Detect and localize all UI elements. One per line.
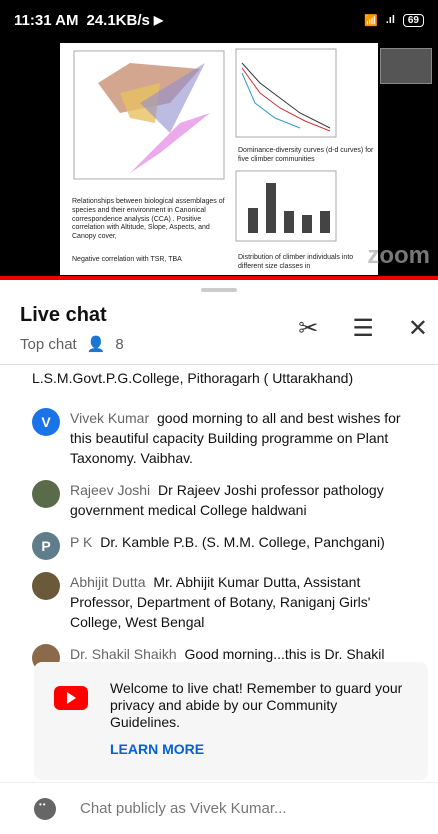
dd-curve-1 [241, 62, 331, 129]
zoom-watermark: zoom [367, 242, 430, 269]
chat-input[interactable]: Chat publicly as Vivek Kumar... [80, 800, 286, 817]
scissors-icon[interactable]: ✂ [298, 314, 318, 343]
message-text: Dr. Kamble P.B. (S. M.M. College, Panchg… [100, 534, 385, 550]
battery-indicator: 69 [402, 13, 424, 27]
author-name[interactable]: Dr. Shakil Shaikh [70, 646, 177, 662]
chat-messages: L.S.M.Govt.P.G.College, Pithoragarh ( Ut… [0, 368, 438, 684]
slide-right-caption: Dominance-diversity curves (d-d curves) … [238, 147, 374, 163]
author-name[interactable]: Rajeev Joshi [70, 482, 150, 498]
status-time: 11:31 AM [14, 11, 79, 29]
live-chat-panel: Live chat Top chat 👤 8 ✂ ☰ ✕ L.S.M.Govt.… [0, 280, 438, 834]
author-name[interactable]: Abhijit Dutta [70, 574, 145, 590]
welcome-banner: Welcome to live chat! Remember to guard … [34, 662, 428, 780]
emoji-icon[interactable] [34, 797, 56, 820]
viewers-icon: 👤 [86, 336, 106, 353]
author-name[interactable]: P K [70, 534, 92, 550]
welcome-text: Welcome to live chat! Remember to guard … [110, 680, 403, 730]
slide-left-caption: Relationships between biological assembl… [72, 198, 225, 240]
avatar[interactable] [32, 572, 60, 600]
signal-icon: 📶 [364, 14, 378, 27]
size-bar-4 [302, 215, 312, 233]
close-icon[interactable]: ✕ [408, 314, 428, 343]
presenter-camera [380, 48, 432, 84]
chat-message: Rajeev Joshi Dr Rajeev Joshi professor p… [0, 480, 438, 520]
size-bar-2 [266, 183, 276, 233]
signal-icon-2: .ıl [385, 14, 395, 26]
avatar[interactable]: P [32, 532, 60, 560]
filter-icon[interactable]: ☰ [352, 314, 374, 343]
status-bar: 11:31 AM 24.1KB/s ▶ 📶 .ıl 69 [0, 0, 438, 40]
header-actions: ✂ ☰ ✕ [298, 314, 428, 343]
size-bar-3 [284, 211, 294, 233]
learn-more-link[interactable]: LEARN MORE [110, 741, 408, 757]
chat-input-bar[interactable]: Chat publicly as Vivek Kumar... [0, 782, 438, 834]
video-player[interactable]: Relationships between biological assembl… [0, 40, 438, 280]
slide-right-caption-2: Distribution of climber individuals into… [238, 254, 354, 270]
viewer-count: 8 [115, 335, 124, 353]
youtube-notification-icon: ▶ [153, 13, 164, 27]
author-name[interactable]: Vivek Kumar [70, 410, 149, 426]
slide-left-caption-2: Negative correlation with TSR, TBA [72, 256, 182, 263]
message-text: Good morning...this is Dr. Shakil [184, 646, 385, 662]
network-speed: 24.1KB/s [86, 11, 150, 29]
chat-header: Live chat Top chat 👤 8 ✂ ☰ ✕ [20, 304, 438, 364]
avatar[interactable] [32, 480, 60, 508]
size-bar-5 [320, 211, 330, 233]
avatar[interactable]: V [32, 408, 60, 436]
chat-message: P P K Dr. Kamble P.B. (S. M.M. College, … [0, 532, 438, 560]
divider [0, 364, 438, 365]
message-text: L.S.M.Govt.P.G.College, Pithoragarh ( Ut… [32, 370, 354, 386]
chat-message: Abhijit Dutta Mr. Abhijit Kumar Dutta, A… [0, 572, 438, 632]
presentation-slide: Relationships between biological assembl… [60, 43, 378, 275]
chat-message: L.S.M.Govt.P.G.College, Pithoragarh ( Ut… [0, 368, 438, 396]
dd-curve-3 [241, 72, 301, 129]
size-bar-1 [248, 208, 258, 233]
drag-handle[interactable] [201, 288, 237, 292]
top-chat-label: Top chat [20, 335, 77, 353]
chat-message: V Vivek Kumar good morning to all and be… [0, 408, 438, 468]
youtube-logo-icon [54, 686, 88, 710]
